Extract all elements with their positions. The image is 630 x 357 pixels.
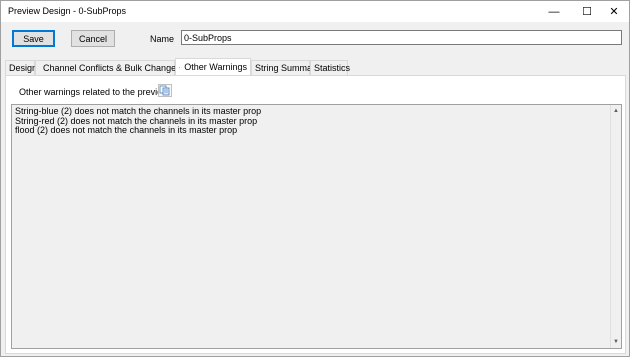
tab-statistics[interactable]: Statistics <box>310 60 351 75</box>
cancel-button[interactable]: Cancel <box>71 30 115 47</box>
copy-button[interactable] <box>158 84 172 97</box>
copy-to-clipboard-icon <box>159 85 170 96</box>
warnings-list: String-blue (2) does not match the chann… <box>15 106 261 136</box>
scroll-down-icon[interactable]: ▼ <box>611 337 621 347</box>
warning-line: flood (2) does not match the channels in… <box>15 125 238 135</box>
save-button-label: Save <box>23 33 44 44</box>
name-label: Name <box>150 34 175 44</box>
other-warnings-panel: Other warnings related to the preview St… <box>5 75 626 354</box>
scroll-up-icon[interactable]: ▲ <box>611 106 621 116</box>
tab-design[interactable]: Design <box>5 60 38 75</box>
tab-other-warnings-label: Other Warnings <box>184 62 247 72</box>
window-title: Preview Design - 0-SubProps <box>8 6 127 16</box>
tab-other-warnings[interactable]: Other Warnings <box>175 58 251 75</box>
tab-string-summary[interactable]: String Summary <box>251 60 320 75</box>
close-icon: ✕ <box>609 6 619 18</box>
other-warnings-heading: Other warnings related to the preview <box>19 87 169 97</box>
minimize-icon: — <box>548 5 560 18</box>
name-input[interactable]: 0-SubProps <box>181 30 622 45</box>
maximize-icon: ☐ <box>582 6 592 18</box>
vertical-scrollbar[interactable]: ▲ ▼ <box>610 105 621 348</box>
tab-channel-conflicts[interactable]: Channel Conflicts & Bulk Changes <box>35 60 181 75</box>
cancel-button-label: Cancel <box>78 33 107 44</box>
tab-channel-conflicts-label: Channel Conflicts & Bulk Changes <box>43 63 181 73</box>
title-bar: Preview Design - 0-SubProps — ☐ ✕ <box>1 1 629 22</box>
preview-design-window: Preview Design - 0-SubProps — ☐ ✕ Save C… <box>0 0 630 357</box>
save-button[interactable]: Save <box>12 30 55 47</box>
tab-strip: Design Channel Conflicts & Bulk Changes … <box>5 58 625 75</box>
tab-statistics-label: Statistics <box>314 63 351 73</box>
maximize-button[interactable]: ☐ <box>572 1 602 22</box>
close-button[interactable]: ✕ <box>599 1 629 22</box>
warning-icon <box>179 66 181 68</box>
minimize-button[interactable]: — <box>539 1 569 22</box>
tab-design-label: Design <box>9 63 38 73</box>
warnings-textarea[interactable]: String-blue (2) does not match the chann… <box>11 104 622 349</box>
